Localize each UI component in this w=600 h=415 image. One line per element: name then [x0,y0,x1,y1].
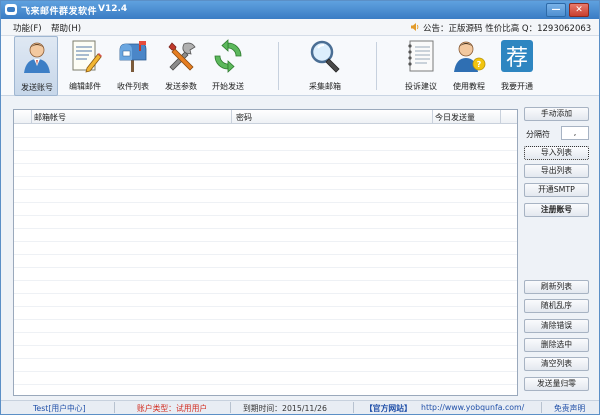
status-divider [541,402,542,413]
column-divider [231,110,232,124]
official-site-link[interactable]: 【官方网站】 [365,403,412,414]
column-email-account[interactable]: 邮箱帐号 [34,112,66,123]
user-center-link[interactable]: Test[用户中心] [33,403,86,414]
refresh-list-button[interactable]: 刷新列表 [524,280,589,294]
window-title: 飞来邮件群发软件 [21,7,98,17]
mailbox-icon [119,41,147,72]
status-divider [353,402,354,413]
separator-label: 分隔符 [526,130,550,139]
column-password[interactable]: 密码 [236,112,252,123]
open-service-label: 我要开通 [501,82,533,91]
svg-text:?: ? [477,60,482,69]
magnifier-icon [310,40,340,73]
reset-count-button[interactable]: 发送量归零 [524,377,589,391]
edit-document-icon [72,40,102,73]
column-divider [500,110,501,124]
app-window: 飞来邮件群发软件 V12.4 — ✕ 功能(F) 帮助(H) 公告：正版源码 性… [0,0,600,415]
svg-text:荐: 荐 [506,46,528,71]
register-account-button[interactable]: 注册账号 [524,203,589,217]
minimize-button[interactable]: — [546,3,566,17]
menu-bar: 功能(F) 帮助(H) 公告：正版源码 性价比高 Q：1293062063 [1,19,599,36]
list-body[interactable] [14,125,517,395]
window-version: V12.4 [98,4,128,14]
recommend-badge-icon: 荐 [501,40,533,72]
send-account-button[interactable]: 发送账号 [14,36,58,96]
notice-text: 公告：正版源码 性价比高 Q：1293062063 [423,24,592,34]
title-bar: 飞来邮件群发软件 V12.4 — ✕ [1,1,599,19]
notebook-icon [408,40,434,72]
menu-help[interactable]: 帮助(H) [51,22,81,34]
account-list[interactable]: 邮箱帐号 密码 今日发送量 [13,109,518,396]
export-list-button[interactable]: 导出列表 [524,164,589,178]
column-today-sent[interactable]: 今日发送量 [435,112,475,123]
collect-mail-label: 采集邮箱 [309,82,341,91]
send-params-button[interactable]: 发送参数 [159,36,203,96]
status-bar: Test[用户中心] 账户类型：试用用户 到期时间：2015/11/26 【官方… [1,400,599,414]
user-account-icon [24,42,50,73]
toolbar-separator [376,42,377,90]
edit-mail-button[interactable]: 编辑邮件 [63,36,107,96]
column-divider [432,110,433,124]
start-send-label: 开始发送 [212,82,244,91]
toolbar: 发送账号 编辑邮件 收件列表 发送参数 开始发送 采集邮箱 投诉建议 ? 使用教… [1,36,599,96]
tutorial-button[interactable]: ? 使用教程 [447,36,491,96]
status-divider [230,402,231,413]
account-type-text: 账户类型：试用用户 [137,404,208,413]
clear-list-button[interactable]: 清空列表 [524,357,589,371]
import-list-button[interactable]: 导入列表 [524,146,589,160]
refresh-arrows-icon [214,39,242,73]
start-send-button[interactable]: 开始发送 [206,36,250,96]
manual-add-button[interactable]: 手动添加 [524,107,589,121]
speaker-icon [411,23,419,31]
close-button[interactable]: ✕ [569,3,589,17]
disclaimer-link[interactable]: 免责声明 [554,403,585,414]
feedback-button[interactable]: 投诉建议 [399,36,443,96]
menu-function[interactable]: 功能(F) [13,22,42,34]
open-service-button[interactable]: 荐 我要开通 [495,36,539,96]
app-logo-icon [5,4,17,15]
tools-icon [168,42,196,71]
expire-date-text: 到期时间：2015/11/26 [243,404,327,413]
collect-mail-button[interactable]: 采集邮箱 [303,36,347,96]
separator-input[interactable]: , [561,126,589,140]
open-smtp-button[interactable]: 开通SMTP [524,183,589,197]
column-divider [31,110,32,124]
user-help-icon: ? [454,41,486,72]
toolbar-separator [278,42,279,90]
clear-errors-button[interactable]: 清除错误 [524,319,589,333]
shuffle-button[interactable]: 随机乱序 [524,299,589,313]
delete-selected-button[interactable]: 删除选中 [524,338,589,352]
status-divider [114,402,115,413]
list-header: 邮箱帐号 密码 今日发送量 [14,110,517,124]
website-url-link[interactable]: http://www.yobqunfa.com/ [421,403,524,412]
recv-list-button[interactable]: 收件列表 [111,36,155,96]
